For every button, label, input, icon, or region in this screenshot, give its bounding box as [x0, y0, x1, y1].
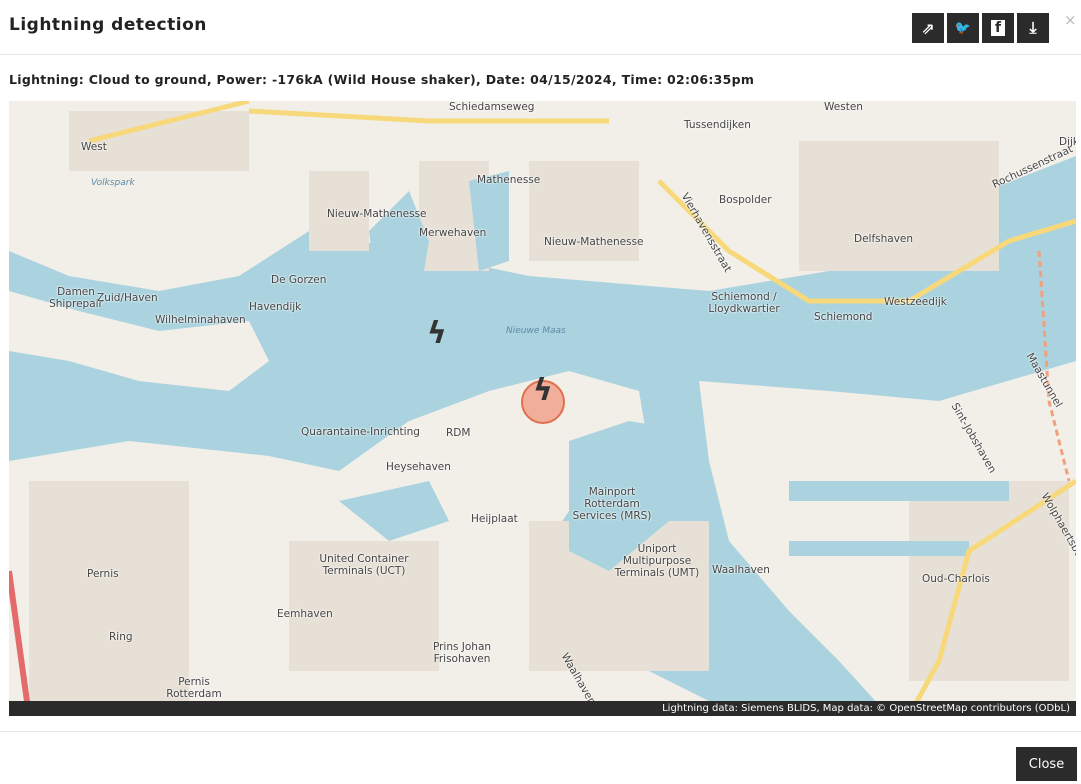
map-label: Zuid/Haven	[97, 292, 158, 304]
map-label: Bospolder	[719, 194, 772, 206]
lightning-info: Lightning: Cloud to ground, Power: -176k…	[9, 72, 755, 87]
map-label: RDM	[446, 427, 471, 439]
map-label: Uniport Multipurpose Terminals (UMT)	[614, 543, 700, 579]
map-label: Ring	[109, 631, 133, 643]
map-label: Quarantaine-Inrichting	[301, 426, 420, 438]
map-label: Havendijk	[249, 301, 302, 313]
map-label: Delfshaven	[854, 233, 914, 245]
map-label: Pernis	[87, 568, 119, 580]
download-icon: ⤓	[1029, 18, 1037, 37]
dialog-title: Lightning detection	[9, 15, 207, 35]
share-button[interactable]: ⇗	[912, 13, 944, 43]
map-label: Nieuw-Mathenesse	[544, 236, 644, 248]
map[interactable]: Schiedamseweg Tussendijken West Volkspark Ma…	[9, 101, 1076, 716]
map-label: Nieuw-Mathenesse	[327, 208, 427, 220]
map-label: Schiemond / Lloydkwartier	[708, 291, 780, 315]
twitter-icon: 🐦	[954, 20, 972, 36]
map-label: Westen	[824, 101, 863, 113]
map-label: De Gorzen	[271, 274, 327, 286]
facebook-icon: f	[990, 20, 1006, 36]
map-label: West	[81, 141, 107, 153]
map-label: Prins Johan Frisohaven	[432, 641, 492, 665]
map-label: Volkspark	[91, 178, 135, 188]
map-label: Dijk	[1059, 136, 1076, 148]
close-button[interactable]: Close	[1016, 747, 1077, 781]
close-icon[interactable]: ×	[1064, 11, 1077, 29]
share-icon: ⇗	[921, 18, 935, 38]
map-label: Heijplaat	[471, 513, 518, 525]
map-label: Mathenesse	[477, 174, 541, 186]
map-label: Tussendijken	[684, 119, 751, 131]
map-label: United Container Terminals (UCT)	[319, 553, 409, 577]
map-label: Merwehaven	[419, 227, 487, 239]
download-button[interactable]: ⤓	[1017, 13, 1049, 43]
map-label: Heysehaven	[386, 461, 451, 473]
map-label: Waalhaven	[712, 564, 770, 576]
divider	[0, 54, 1081, 55]
lightning-bolt-icon[interactable]: ϟ	[427, 316, 447, 351]
map-attribution: Lightning data: Siemens BLIDS, Map data:…	[9, 701, 1076, 716]
map-label: Nieuwe Maas	[506, 326, 566, 336]
map-label: Westzeedijk	[884, 296, 947, 308]
divider	[0, 731, 1081, 732]
lightning-bolt-icon[interactable]: ϟ	[533, 373, 553, 408]
map-label: Schiedamseweg	[449, 101, 535, 113]
map-label: Pernis Rotterdam	[166, 676, 222, 700]
map-label: Mainport Rotterdam Services (MRS)	[572, 486, 652, 522]
twitter-button[interactable]: 🐦	[947, 13, 979, 43]
map-label: Schiemond	[814, 311, 873, 323]
map-label: Wilhelminahaven	[155, 314, 246, 326]
facebook-button[interactable]: f	[982, 13, 1014, 43]
map-label: Oud-Charlois	[922, 573, 990, 585]
map-label: Eemhaven	[277, 608, 333, 620]
